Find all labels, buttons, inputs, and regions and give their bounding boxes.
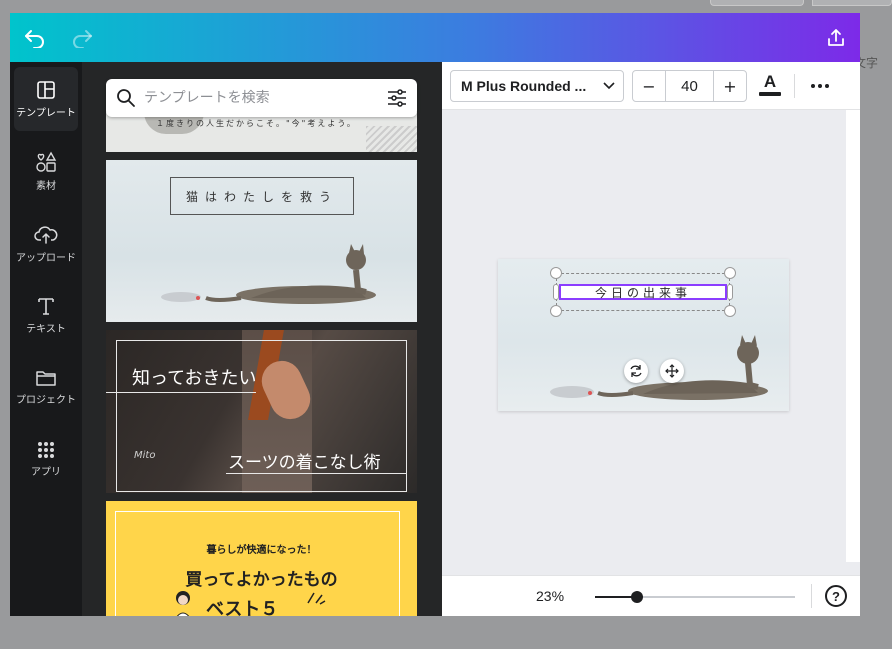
bottom-bar: 23% ? — [442, 575, 860, 616]
search-icon — [117, 89, 135, 107]
template-card[interactable]: 知っておきたい Mito スーツの着こなし術 — [106, 330, 417, 493]
folder-icon — [36, 370, 56, 386]
toolbar-divider — [794, 74, 795, 98]
sidebar-item-templates[interactable]: テンプレート — [14, 67, 78, 131]
template-line — [106, 392, 256, 393]
font-size-input[interactable]: 40 — [665, 71, 714, 101]
resize-handle-top-right[interactable] — [724, 267, 736, 279]
template-text: 知っておきたい — [132, 368, 257, 389]
resize-handle-right[interactable] — [727, 284, 733, 300]
rotate-icon — [630, 365, 642, 377]
sidebar-item-elements[interactable]: 素材 — [14, 139, 78, 203]
editor-window: テンプレート 素材 アップロード テキスト プロジェクト アプリ テンプレートを… — [10, 13, 860, 616]
sidebar: テンプレート 素材 アップロード テキスト プロジェクト アプリ — [10, 62, 82, 616]
move-icon — [665, 364, 679, 378]
cloud-upload-icon — [34, 225, 58, 244]
sidebar-item-text[interactable]: テキスト — [14, 283, 78, 347]
sidebar-item-apps[interactable]: アプリ — [14, 427, 78, 491]
undo-icon[interactable] — [23, 26, 47, 50]
template-text: ベスト５ — [206, 599, 279, 616]
template-search — [106, 79, 417, 117]
canvas-scrollbar[interactable] — [846, 110, 860, 562]
rotate-button[interactable] — [624, 359, 648, 383]
bottom-divider — [811, 584, 812, 608]
cat-photo — [550, 335, 768, 400]
top-bar — [10, 13, 860, 62]
template-text: 買ってよかったもの — [185, 570, 338, 590]
sparkle-lines-icon — [307, 592, 326, 605]
templates-panel: １度きりの人生だからこそ。"今"考えよう。 猫はわたしを救う — [82, 62, 442, 616]
sidebar-item-label: アップロード — [16, 252, 76, 264]
text-color-button[interactable]: A — [758, 72, 782, 100]
resize-handle-bottom-left[interactable] — [550, 305, 562, 317]
search-input[interactable] — [144, 79, 374, 117]
background-button — [710, 0, 804, 6]
decrease-font-size-button[interactable]: − — [633, 71, 665, 101]
zoom-value: 23% — [536, 588, 565, 604]
template-title-box: 猫はわたしを救う — [170, 177, 354, 215]
elements-icon — [36, 151, 57, 172]
sidebar-item-label: テンプレート — [16, 107, 76, 119]
help-button[interactable]: ? — [825, 585, 847, 607]
template-text: １度きりの人生だからこそ。"今"考えよう。 — [156, 119, 357, 128]
more-icon[interactable] — [808, 74, 832, 98]
template-decoration — [366, 126, 417, 152]
text-color-letter: A — [763, 72, 777, 91]
template-signature: Mito — [134, 450, 156, 461]
selected-text-element[interactable]: 今日の出来事 — [559, 284, 727, 300]
sidebar-item-label: 素材 — [36, 180, 56, 192]
text-icon — [38, 297, 54, 315]
template-card[interactable]: 暮らしが快適になった！ 買ってよかったもの ベスト５ — [106, 501, 417, 616]
sidebar-item-projects[interactable]: プロジェクト — [14, 355, 78, 419]
zoom-slider-knob[interactable] — [631, 591, 643, 603]
redo-icon[interactable] — [70, 26, 94, 50]
sidebar-item-label: プロジェクト — [16, 394, 76, 406]
person-illustration-icon — [176, 591, 190, 616]
sidebar-item-label: テキスト — [26, 323, 66, 335]
template-text: 暮らしが快適になった！ — [206, 545, 317, 556]
increase-font-size-button[interactable]: + — [714, 71, 746, 101]
text-color-swatch — [759, 92, 781, 96]
filter-sliders-icon[interactable] — [387, 88, 407, 108]
template-card[interactable]: １度きりの人生だからこそ。"今"考えよう。 — [106, 112, 417, 152]
editor-toolbar: M Plus Rounded ... − 40 + A — [442, 62, 860, 110]
share-upload-icon[interactable] — [824, 26, 848, 50]
chevron-down-icon — [603, 82, 615, 90]
template-text: 猫はわたしを救う — [185, 189, 338, 204]
resize-handle-bottom-right[interactable] — [724, 305, 736, 317]
font-family-select[interactable]: M Plus Rounded ... — [450, 70, 624, 102]
template-line — [226, 473, 406, 474]
cat-photo — [161, 244, 376, 304]
template-icon — [37, 80, 55, 99]
sidebar-item-label: アプリ — [31, 466, 61, 478]
font-family-value: M Plus Rounded ... — [461, 78, 587, 94]
apps-grid-icon — [38, 441, 54, 458]
font-size-stepper: − 40 + — [632, 70, 747, 102]
sidebar-item-uploads[interactable]: アップロード — [14, 211, 78, 275]
template-text: スーツの着こなし術 — [228, 453, 381, 473]
resize-handle-left[interactable] — [553, 284, 559, 300]
resize-handle-top-left[interactable] — [550, 267, 562, 279]
zoom-slider[interactable] — [595, 591, 795, 603]
canvas-area: 今日の出来事 — [442, 110, 846, 562]
move-button[interactable] — [660, 359, 684, 383]
template-card[interactable]: 猫はわたしを救う — [106, 160, 417, 322]
